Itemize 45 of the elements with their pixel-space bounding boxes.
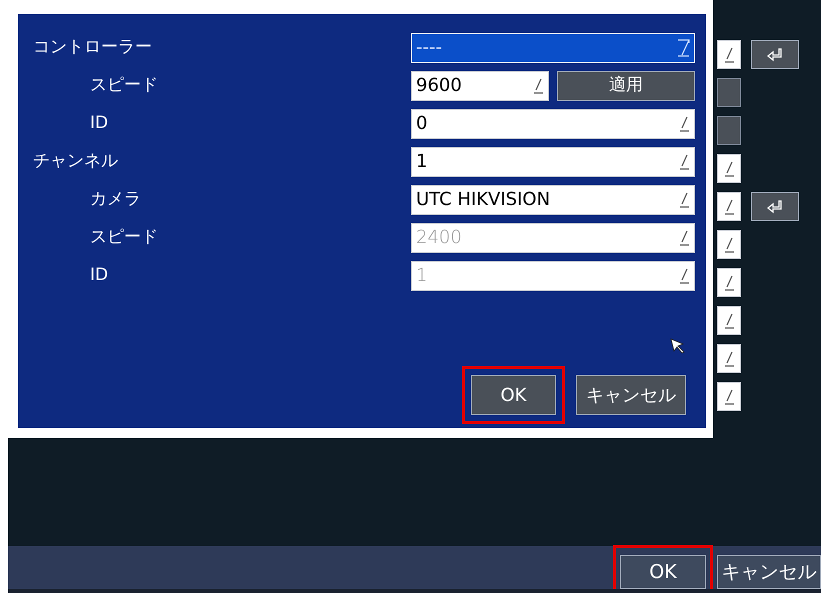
edit-icon	[723, 274, 735, 292]
edit-icon	[678, 191, 690, 209]
input-field[interactable]	[717, 192, 741, 221]
edit-icon	[723, 236, 735, 254]
input-field[interactable]: 1	[411, 147, 695, 177]
edit-icon	[723, 160, 735, 178]
input-field[interactable]: UTC HIKVISION	[411, 185, 695, 215]
field-label: ID	[89, 112, 110, 136]
field-label: スピード	[89, 74, 159, 98]
field-label: スピード	[89, 226, 159, 250]
input-field[interactable]: 0	[411, 109, 695, 139]
edit-icon	[678, 229, 690, 247]
dropdown-icon	[676, 38, 690, 58]
field-label: カメラ	[89, 188, 142, 212]
footer-button[interactable]: OK	[620, 555, 706, 589]
edit-icon	[532, 77, 544, 95]
edit-icon	[723, 46, 735, 64]
apply-button[interactable]: 適用	[557, 71, 695, 101]
field-label: チャンネル	[33, 150, 119, 174]
input-field[interactable]	[717, 268, 741, 297]
enter-button[interactable]	[751, 192, 799, 221]
input-field[interactable]	[717, 230, 741, 259]
footer-button[interactable]: キャンセル	[717, 555, 821, 589]
field-label: ID	[89, 264, 110, 288]
edit-icon	[723, 312, 735, 330]
input-field[interactable]	[717, 306, 741, 335]
dialog-button[interactable]: OK	[471, 375, 556, 415]
edit-icon	[678, 267, 690, 285]
mouse-pointer-icon	[670, 338, 686, 354]
enter-button[interactable]	[751, 40, 799, 69]
enter-icon	[767, 48, 783, 62]
input-field[interactable]	[717, 154, 741, 183]
field-label: コントローラー	[33, 36, 153, 60]
dialog-button[interactable]: キャンセル	[576, 375, 686, 415]
edit-icon	[678, 115, 690, 133]
enter-icon	[767, 200, 783, 214]
input-field[interactable]	[717, 40, 741, 69]
input-field[interactable]	[717, 382, 741, 411]
input-field[interactable]: 9600	[411, 71, 549, 101]
dropdown-field[interactable]: ----	[411, 33, 695, 63]
input-field[interactable]	[717, 344, 741, 373]
edit-icon	[723, 388, 735, 406]
edit-icon	[678, 153, 690, 171]
edit-icon	[723, 350, 735, 368]
edit-icon	[723, 198, 735, 216]
